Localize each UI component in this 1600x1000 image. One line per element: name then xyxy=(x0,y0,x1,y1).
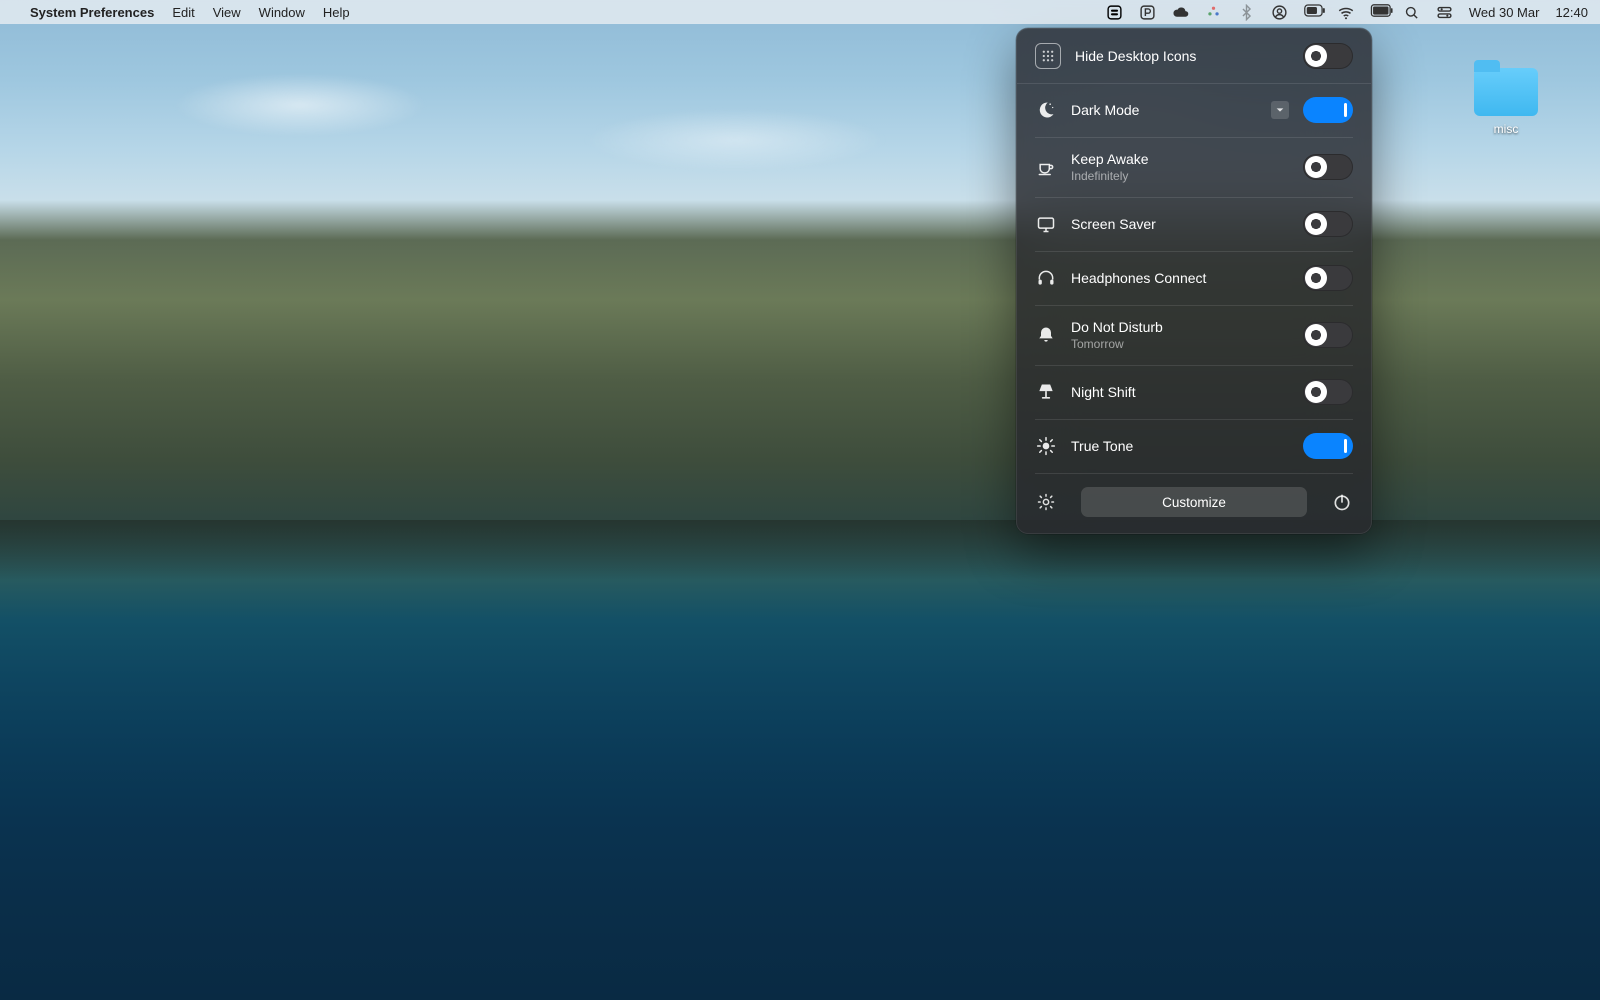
panel-row-night-shift[interactable]: Night Shift xyxy=(1017,365,1371,419)
control-center-icon[interactable] xyxy=(1436,4,1453,21)
toggle-night-shift[interactable] xyxy=(1303,379,1353,405)
panel-item-title: Night Shift xyxy=(1071,384,1289,400)
panel-item-title: Hide Desktop Icons xyxy=(1075,48,1289,64)
panel-item-title: Do Not Disturb xyxy=(1071,319,1289,335)
lamp-icon xyxy=(1035,381,1057,403)
panel-item-title: Headphones Connect xyxy=(1071,270,1289,286)
panel-row-screen-saver[interactable]: Screen Saver xyxy=(1017,197,1371,251)
panel-row-keep-awake[interactable]: Keep Awake Indefinitely xyxy=(1017,137,1371,197)
customize-button-label: Customize xyxy=(1162,495,1226,510)
bell-icon xyxy=(1035,324,1057,346)
brightness-icon xyxy=(1035,435,1057,457)
toggle-keep-awake[interactable] xyxy=(1303,154,1353,180)
power-icon[interactable] xyxy=(1331,491,1353,513)
panel-row-headphones-connect[interactable]: Headphones Connect xyxy=(1017,251,1371,305)
toggle-headphones-connect[interactable] xyxy=(1303,265,1353,291)
desktop-folder-label: misc xyxy=(1494,122,1519,136)
panel-row-hide-desktop-icons[interactable]: Hide Desktop Icons xyxy=(1017,29,1371,83)
wifi-icon[interactable] xyxy=(1337,4,1354,21)
customize-button[interactable]: Customize xyxy=(1081,487,1307,517)
panel-item-title: Screen Saver xyxy=(1071,216,1289,232)
menubar-dropdown-panel: Hide Desktop Icons Dark Mode Keep Awake … xyxy=(1016,28,1372,534)
menu-view[interactable]: View xyxy=(213,5,241,20)
toggle-hide-desktop-icons[interactable] xyxy=(1303,43,1353,69)
menubar-extra-cloud-icon[interactable] xyxy=(1172,4,1189,21)
spotlight-search-icon[interactable] xyxy=(1403,4,1420,21)
grid-icon xyxy=(1035,43,1061,69)
toggle-do-not-disturb[interactable] xyxy=(1303,322,1353,348)
menubar-extra-dots-icon[interactable] xyxy=(1205,4,1222,21)
menu-edit[interactable]: Edit xyxy=(172,5,194,20)
app-menu[interactable]: System Preferences xyxy=(30,5,154,20)
settings-gear-icon[interactable] xyxy=(1035,491,1057,513)
user-account-icon[interactable] xyxy=(1271,4,1288,21)
battery-widget-icon[interactable] xyxy=(1304,4,1321,21)
panel-row-true-tone[interactable]: True Tone xyxy=(1017,419,1371,473)
bluetooth-off-icon[interactable] xyxy=(1238,4,1255,21)
menubar-extra-p-icon[interactable] xyxy=(1139,4,1156,21)
panel-item-title: Keep Awake xyxy=(1071,151,1289,167)
headphones-icon xyxy=(1035,267,1057,289)
menu-bar-time[interactable]: 12:40 xyxy=(1555,5,1588,20)
dark-mode-options-chevron[interactable] xyxy=(1271,101,1289,119)
coffee-cup-icon xyxy=(1035,156,1057,178)
menu-bar: System Preferences Edit View Window Help xyxy=(0,0,1600,24)
menu-bar-date[interactable]: Wed 30 Mar xyxy=(1469,5,1540,20)
menubar-extra-app-icon[interactable] xyxy=(1106,4,1123,21)
desktop-folder-misc[interactable]: misc xyxy=(1468,68,1544,136)
menu-window[interactable]: Window xyxy=(259,5,305,20)
battery-icon[interactable] xyxy=(1370,4,1387,21)
menu-help[interactable]: Help xyxy=(323,5,350,20)
toggle-true-tone[interactable] xyxy=(1303,433,1353,459)
folder-icon xyxy=(1474,68,1538,116)
panel-item-subtitle: Tomorrow xyxy=(1071,337,1289,351)
panel-item-title: Dark Mode xyxy=(1071,102,1257,118)
toggle-screen-saver[interactable] xyxy=(1303,211,1353,237)
panel-item-title: True Tone xyxy=(1071,438,1289,454)
panel-item-subtitle: Indefinitely xyxy=(1071,169,1289,183)
moon-icon xyxy=(1035,99,1057,121)
panel-row-do-not-disturb[interactable]: Do Not Disturb Tomorrow xyxy=(1017,305,1371,365)
panel-row-dark-mode[interactable]: Dark Mode xyxy=(1017,83,1371,137)
panel-footer: Customize xyxy=(1017,473,1371,533)
toggle-dark-mode[interactable] xyxy=(1303,97,1353,123)
display-icon xyxy=(1035,213,1057,235)
